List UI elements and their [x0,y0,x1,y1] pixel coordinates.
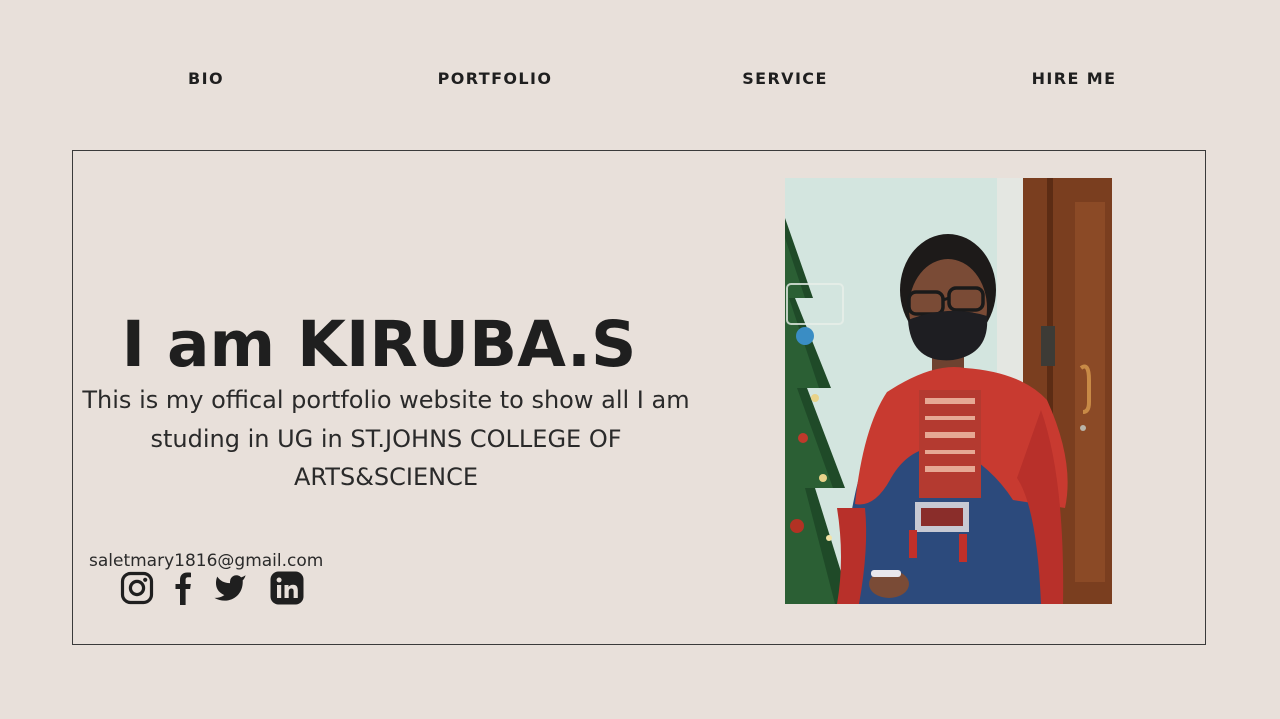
linkedin-icon[interactable] [270,571,304,605]
hero-card: I am KIRUBA.S This is my offical portfol… [72,150,1206,645]
profile-photo [785,178,1112,604]
nav-link-hire-me[interactable]: HIRE ME [1032,69,1117,88]
nav-link-service[interactable]: SERVICE [742,69,828,88]
email-address[interactable]: saletmary1816@gmail.com [89,551,323,571]
nav-link-portfolio[interactable]: PORTFOLIO [438,69,553,88]
hero-title: I am KIRUBA.S [121,308,637,381]
instagram-icon[interactable] [120,571,154,605]
hero-description: This is my offical portfolio website to … [82,386,690,491]
twitter-icon[interactable] [212,571,248,605]
nav-link-bio[interactable]: BIO [188,69,224,88]
top-navigation: BIO PORTFOLIO SERVICE HIRE ME [0,0,1280,160]
facebook-icon[interactable] [172,571,194,605]
